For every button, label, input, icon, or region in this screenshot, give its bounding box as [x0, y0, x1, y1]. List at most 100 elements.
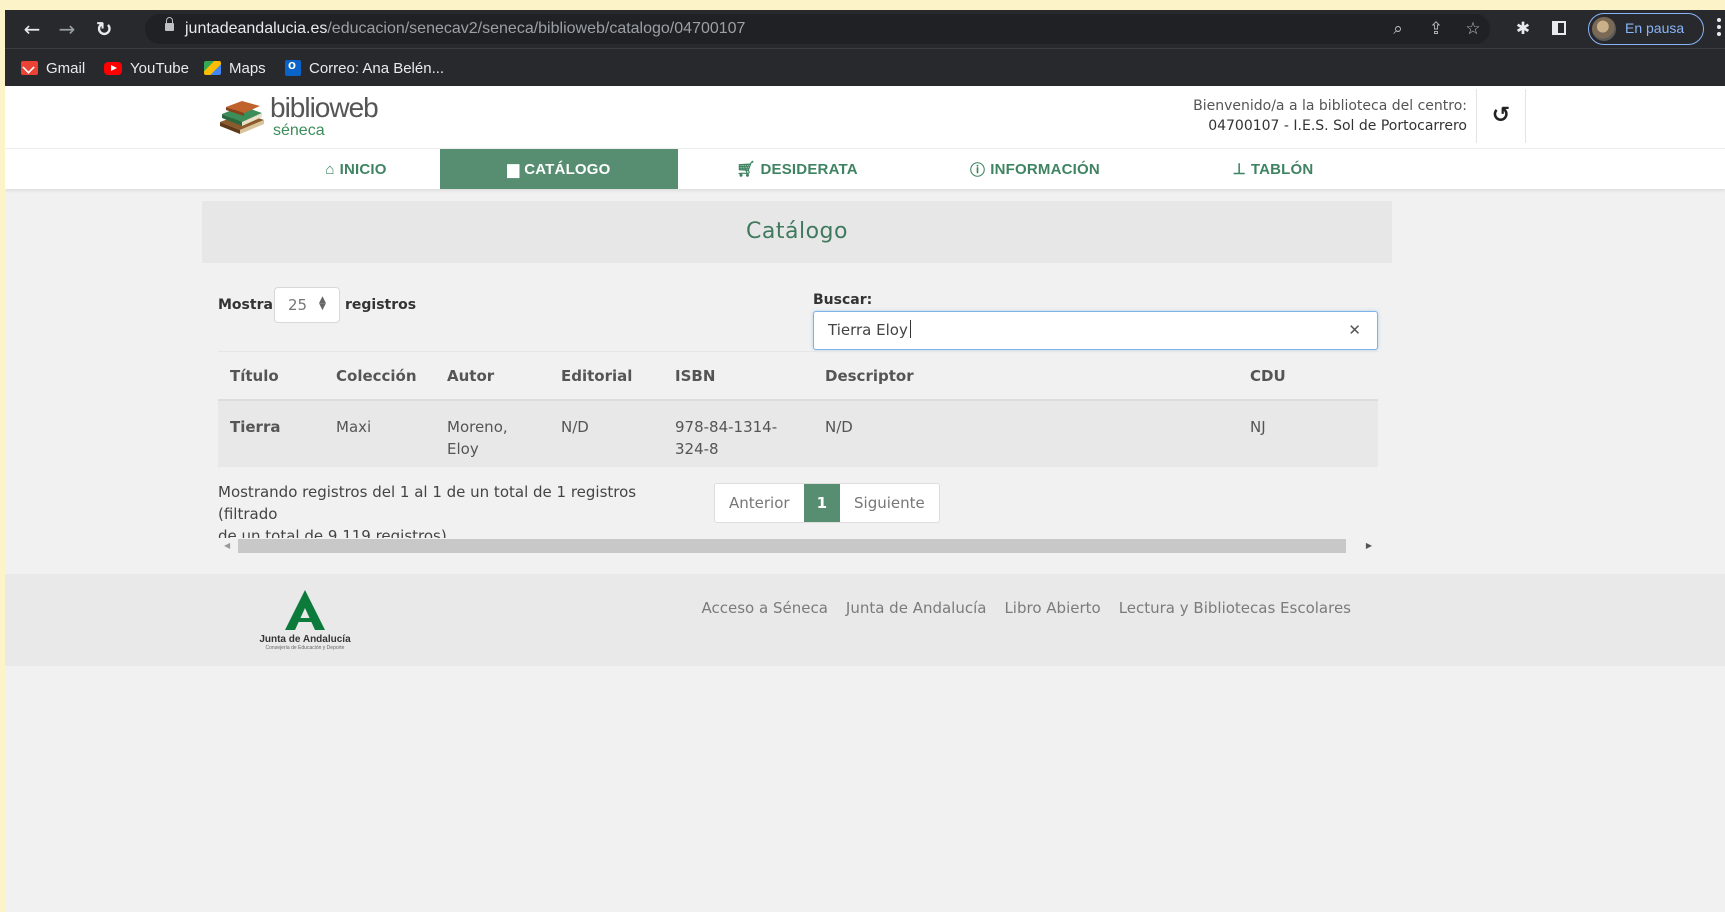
page-title-bar: Catálogo — [202, 201, 1392, 263]
home-icon: ⌂ — [325, 160, 335, 178]
cell-titulo: Tierra — [230, 418, 281, 436]
center-name: 04700107 - I.E.S. Sol de Portocarrero — [1208, 118, 1467, 134]
profile-label: En pausa — [1625, 20, 1685, 36]
junta-a-icon — [285, 590, 325, 630]
cart-icon: 🛒︎ — [736, 161, 756, 178]
outlook-icon — [285, 57, 301, 76]
welcome-message: Bienvenido/a a la biblioteca del centro:… — [1193, 96, 1467, 136]
bookmark-correo[interactable]: Correo: Ana Belén... — [285, 57, 445, 78]
footer-link-libro-abierto[interactable]: Libro Abierto — [1004, 599, 1100, 617]
footer-links: Acceso a Séneca Junta de Andalucía Libro… — [702, 599, 1351, 617]
browser-window: ← → ↻ juntadeandalucia.es/educacion/sene… — [5, 10, 1725, 912]
logo-subtitle: séneca — [273, 122, 325, 139]
page-size-value: 25 — [288, 296, 308, 314]
table-header: Título Colección Autor Editorial ISBN De… — [218, 351, 1378, 401]
catalog-table: Título Colección Autor Editorial ISBN De… — [218, 351, 1378, 467]
address-bar[interactable]: juntadeandalucia.es/educacion/senecav2/s… — [145, 14, 1490, 44]
column-header-autor[interactable]: Autor — [447, 367, 494, 385]
junta-logo-subtitle: Consejería de Educación y Deporte — [265, 645, 345, 651]
share-icon[interactable]: ⇪ — [1424, 17, 1448, 41]
scroll-right-icon[interactable]: ▶ — [1366, 541, 1372, 550]
nav-tablon[interactable]: ⊥ TABLÓN — [1154, 149, 1392, 189]
logo-name: biblioweb — [270, 92, 379, 123]
nav-label: INFORMACIÓN — [990, 160, 1100, 178]
search-label: Buscar: — [813, 292, 873, 308]
table-row[interactable]: Tierra Maxi Moreno, Eloy N/D 978-84-1314-… — [218, 401, 1378, 467]
site-header: biblioweb séneca Bienvenido/a a la bibli… — [5, 86, 1725, 148]
column-header-descriptor[interactable]: Descriptor — [825, 367, 914, 385]
column-header-editorial[interactable]: Editorial — [561, 367, 632, 385]
scrollbar-thumb[interactable] — [238, 539, 1346, 553]
footer-link-lectura[interactable]: Lectura y Bibliotecas Escolares — [1119, 599, 1351, 617]
records-label: registros — [345, 297, 417, 313]
welcome-line: Bienvenido/a a la biblioteca del centro: — [1193, 98, 1467, 114]
horizontal-scrollbar[interactable]: ◀ ▶ — [218, 538, 1378, 554]
prev-page-button[interactable]: Anterior — [715, 484, 804, 522]
next-page-button[interactable]: Siguiente — [840, 484, 939, 522]
lock-icon — [165, 17, 174, 31]
bookmark-youtube[interactable]: YouTube — [104, 58, 189, 78]
junta-logo-name: Junta de Andalucía — [259, 634, 351, 645]
nav-desiderata[interactable]: 🛒︎ DESIDERATA — [678, 149, 916, 189]
bookmark-label: YouTube — [130, 59, 189, 77]
maps-icon — [204, 61, 221, 75]
clear-search-icon[interactable]: ✕ — [1348, 321, 1361, 339]
info-icon: ⓘ — [970, 161, 986, 179]
nav-label: INICIO — [339, 160, 387, 178]
bookmark-label: Maps — [229, 59, 266, 77]
books-icon — [220, 101, 264, 134]
column-header-coleccion[interactable]: Colección — [336, 367, 417, 385]
book-icon: ▆ — [507, 161, 520, 178]
change-center-button[interactable]: ↺ — [1476, 89, 1526, 143]
nav-catalogo[interactable]: ▆ CATÁLOGO — [440, 149, 678, 189]
url-text[interactable]: juntadeandalucia.es/educacion/senecav2/s… — [185, 20, 745, 38]
nav-informacion[interactable]: ⓘ INFORMACIÓN — [916, 149, 1154, 189]
page: biblioweb séneca Bienvenido/a a la bibli… — [5, 86, 1725, 912]
cell-isbn-line1: 978-84-1314- — [675, 418, 778, 436]
column-header-isbn[interactable]: ISBN — [675, 367, 715, 385]
refresh-icon: ↺ — [1491, 103, 1511, 128]
nav-label: CATÁLOGO — [524, 160, 611, 178]
cell-isbn: 978-84-1314- 324-8 — [675, 416, 777, 460]
table-info-line1: Mostrando registros del 1 al 1 de un tot… — [218, 483, 637, 523]
menu-icon[interactable] — [1717, 18, 1721, 40]
footer-link-seneca[interactable]: Acceso a Séneca — [702, 599, 828, 617]
junta-andalucia-logo[interactable]: Junta de Andalucía Consejería de Educaci… — [255, 588, 355, 658]
column-header-cdu[interactable]: CDU — [1250, 367, 1286, 385]
scroll-left-icon[interactable]: ◀ — [224, 541, 230, 550]
avatar — [1592, 17, 1616, 41]
biblioweb-logo[interactable]: biblioweb séneca — [218, 92, 388, 142]
profile-button[interactable]: En pausa — [1588, 13, 1704, 45]
bookmark-label: Gmail — [46, 59, 86, 77]
search-text: Tierra Eloy — [828, 321, 908, 339]
url-path: /educacion/senecav2/seneca/biblioweb/cat… — [327, 20, 746, 37]
bookmark-label: Correo: Ana Belén... — [309, 59, 445, 77]
cell-coleccion: Maxi — [336, 418, 372, 436]
show-label: Mostrar — [218, 297, 280, 313]
browser-toolbar: ← → ↻ juntadeandalucia.es/educacion/sene… — [5, 10, 1725, 48]
bookmark-maps[interactable]: Maps — [204, 58, 266, 78]
page-size-select[interactable]: 25 ▲ ▼ — [274, 287, 340, 323]
cell-cdu: NJ — [1250, 418, 1266, 436]
main-nav: ⌂ INICIO ▆ CATÁLOGO 🛒︎ DESIDERATA ⓘ INFO… — [5, 148, 1725, 189]
text-caret — [909, 320, 911, 338]
footer-link-junta[interactable]: Junta de Andalucía — [846, 599, 987, 617]
forward-icon[interactable]: → — [52, 14, 82, 44]
page-title: Catálogo — [746, 219, 848, 244]
bookmark-gmail[interactable]: Gmail — [21, 58, 85, 78]
nav-label: TABLÓN — [1250, 160, 1314, 178]
star-icon[interactable]: ☆ — [1461, 17, 1485, 41]
pagination: Anterior 1 Siguiente — [714, 483, 940, 523]
back-icon[interactable]: ← — [17, 14, 47, 44]
site-footer: Junta de Andalucía Consejería de Educaci… — [5, 574, 1725, 666]
page-1-button[interactable]: 1 — [803, 484, 840, 522]
cell-descriptor: N/D — [825, 418, 853, 436]
column-header-titulo[interactable]: Título — [230, 367, 279, 385]
extensions-icon[interactable]: ✱ — [1510, 15, 1536, 43]
zoom-icon[interactable]: ⌕ — [1386, 17, 1410, 41]
reload-icon[interactable]: ↻ — [89, 14, 119, 44]
side-panel-icon[interactable] — [1552, 21, 1566, 35]
cell-isbn-line2: 324-8 — [675, 440, 719, 458]
search-input[interactable]: Tierra Eloy ✕ — [813, 311, 1378, 350]
cell-autor-line2: Eloy — [447, 440, 479, 458]
